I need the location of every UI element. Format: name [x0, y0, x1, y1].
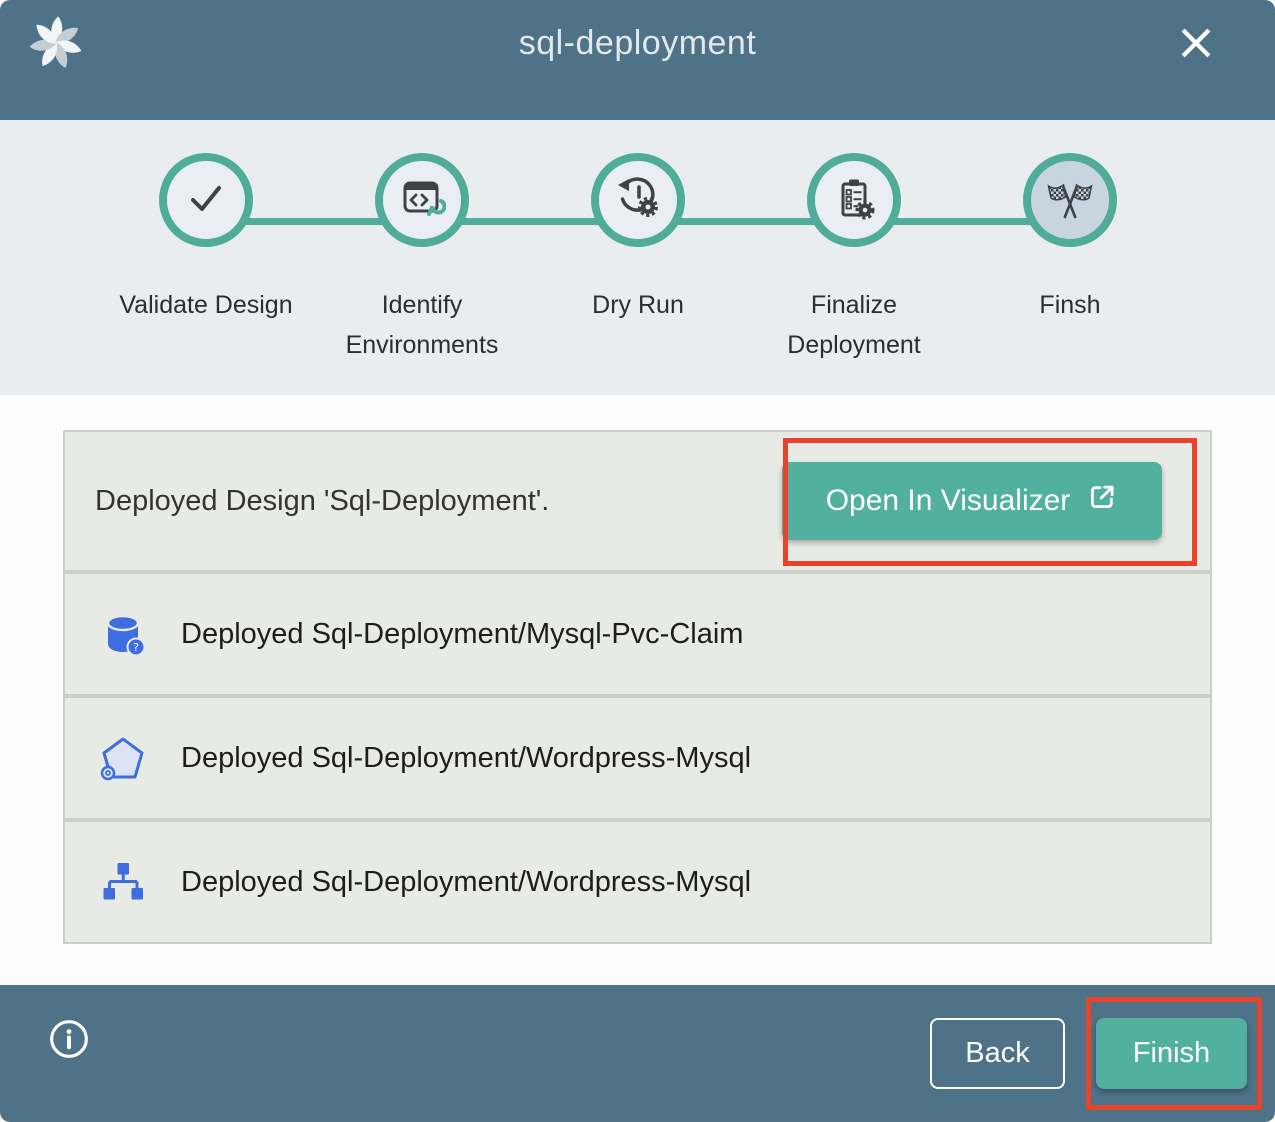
deployment-results-list: Deployed Design 'Sql-Deployment'. Open I…: [63, 430, 1212, 944]
info-icon: [48, 1048, 90, 1063]
result-text: Deployed Sql-Deployment/Wordpress-Mysql: [181, 742, 751, 775]
step-label: Dry Run: [592, 285, 684, 325]
modal-title: sql-deployment: [0, 24, 1275, 63]
info-button[interactable]: [48, 1018, 90, 1060]
step-validate-design[interactable]: Validate Design: [98, 120, 314, 365]
open-in-visualizer-label: Open In Visualizer: [826, 484, 1071, 518]
finish-button[interactable]: Finish: [1096, 1018, 1247, 1089]
result-row: Deployed Sql-Deployment/Wordpress-Mysql: [65, 698, 1210, 818]
deploy-message-row: Deployed Design 'Sql-Deployment'. Open I…: [65, 432, 1210, 570]
results-panel: Deployed Design 'Sql-Deployment'. Open I…: [0, 395, 1275, 985]
step-dry-run[interactable]: Dry Run: [530, 120, 746, 365]
step-circle: [591, 153, 685, 247]
modal-header: sql-deployment: [0, 0, 1275, 120]
modal-footer: Back Finish: [0, 985, 1275, 1122]
step-label: Identify Environments: [322, 285, 522, 365]
step-circle: [159, 153, 253, 247]
checkered-flags-icon: [1046, 174, 1094, 227]
wizard-stepper: Validate Design Identify Environments: [0, 120, 1275, 395]
check-icon: [182, 174, 230, 227]
clipboard-gear-icon: [830, 174, 878, 227]
result-row: ? Deployed Sql-Deployment/Mysql-Pvc-Clai…: [65, 574, 1210, 694]
step-circle: [375, 153, 469, 247]
step-circle-active: [1023, 153, 1117, 247]
step-label: Finalize Deployment: [754, 285, 954, 365]
result-text: Deployed Sql-Deployment/Wordpress-Mysql: [181, 866, 751, 899]
step-label: Validate Design: [119, 285, 292, 325]
external-link-icon: [1086, 481, 1118, 521]
hierarchy-icon: [99, 858, 147, 906]
close-icon: [1175, 52, 1217, 67]
step-identify-environments[interactable]: Identify Environments: [314, 120, 530, 365]
step-label: Finsh: [1039, 285, 1100, 325]
step-finalize-deployment[interactable]: Finalize Deployment: [746, 120, 962, 365]
dry-run-icon: [614, 174, 662, 227]
step-circle: [807, 153, 901, 247]
open-in-visualizer-button[interactable]: Open In Visualizer: [782, 462, 1162, 540]
back-button[interactable]: Back: [930, 1018, 1065, 1089]
deployment-wizard-modal: sql-deployment Validate Design: [0, 0, 1275, 1122]
result-text: Deployed Sql-Deployment/Mysql-Pvc-Claim: [181, 618, 743, 651]
step-finish[interactable]: Finsh: [962, 120, 1178, 365]
result-row: Deployed Sql-Deployment/Wordpress-Mysql: [65, 822, 1210, 942]
database-icon: ?: [99, 610, 147, 658]
deploy-message: Deployed Design 'Sql-Deployment'.: [95, 485, 549, 518]
pentagon-icon: [99, 734, 147, 782]
code-wrench-icon: [398, 174, 446, 227]
close-button[interactable]: [1175, 22, 1217, 64]
svg-text:?: ?: [133, 641, 139, 654]
